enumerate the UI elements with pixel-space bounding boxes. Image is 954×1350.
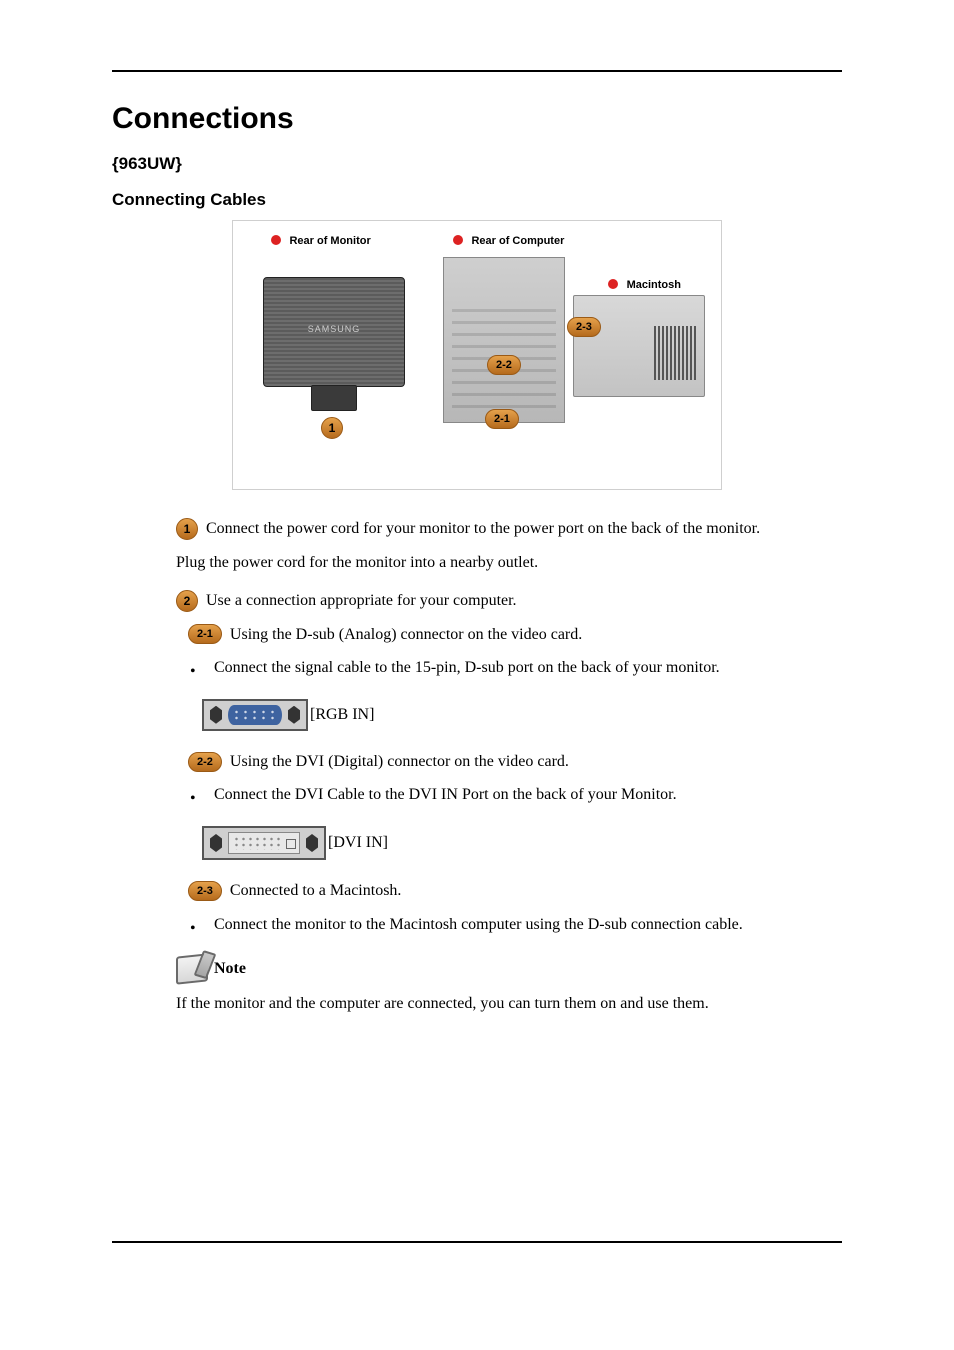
note-label: Note (214, 958, 246, 980)
page-title: Connections (112, 102, 842, 136)
step-2-1-bullet: • Connect the signal cable to the 15-pin… (190, 657, 842, 683)
step-2-2-bullet: • Connect the DVI Cable to the DVI IN Po… (190, 784, 842, 810)
monitor-stand-illustration (311, 385, 357, 411)
section-heading: Connecting Cables (112, 190, 842, 210)
mac-illustration (573, 295, 705, 397)
screw-icon (210, 706, 222, 724)
step-2: 2 Use a connection appropriate for your … (176, 590, 842, 612)
callout-2-3-icon: 2-3 (188, 881, 222, 901)
note-heading: Note (176, 955, 842, 983)
dvi-connector-icon (228, 832, 300, 854)
step-2-3-bullet: • Connect the monitor to the Macintosh c… (190, 914, 842, 940)
diagram-callout-2-2: 2-2 (487, 355, 521, 375)
page: Connections {963UW} Connecting Cables Re… (0, 0, 954, 1303)
mac-vents (654, 326, 698, 380)
diagram-label-monitor-text: Rear of Monitor (289, 235, 370, 247)
step-2-3-bullet-text: Connect the monitor to the Macintosh com… (214, 914, 743, 936)
note-text: If the monitor and the computer are conn… (176, 993, 842, 1015)
step-2-1: 2-1 Using the D-sub (Analog) connector o… (176, 624, 842, 646)
step-2-1-text: Using the D-sub (Analog) connector on th… (230, 624, 582, 646)
diagram-label-computer: Rear of Computer (453, 231, 564, 249)
step-1: 1 Connect the power cord for your monito… (176, 518, 842, 540)
bullet-icon: • (190, 661, 196, 683)
callout-2-1-icon: 2-1 (188, 624, 222, 644)
dvi-port-illustration (202, 826, 326, 860)
callout-2-2-icon: 2-2 (188, 752, 222, 772)
diagram-label-computer-text: Rear of Computer (471, 235, 564, 247)
rgb-port-label: [RGB IN] (310, 704, 374, 726)
pc-tower-illustration (443, 257, 565, 423)
note-icon (176, 953, 208, 984)
monitor-logo: SAMSUNG (264, 324, 404, 334)
screw-icon (306, 834, 318, 852)
diagram-label-mac: Macintosh (608, 275, 681, 293)
rgb-port-illustration (202, 699, 308, 731)
step-2-text: Use a connection appropriate for your co… (206, 590, 517, 612)
diagram-label-monitor: Rear of Monitor (271, 231, 371, 249)
callout-1-icon: 1 (176, 518, 198, 540)
diagram-callout-2-3: 2-3 (567, 317, 601, 337)
model-heading: {963UW} (112, 154, 842, 174)
step-2-2-bullet-text: Connect the DVI Cable to the DVI IN Port… (214, 784, 677, 806)
bullet-icon: • (190, 918, 196, 940)
screw-icon (288, 706, 300, 724)
callout-2-icon: 2 (176, 590, 198, 612)
diagram-callout-1: 1 (321, 417, 343, 439)
dvi-port-row: [DVI IN] (202, 826, 842, 860)
red-dot-icon (271, 235, 281, 245)
bullet-icon: • (190, 788, 196, 810)
step-2-1-bullet-text: Connect the signal cable to the 15-pin, … (214, 657, 720, 679)
rgb-port-row: [RGB IN] (202, 699, 842, 731)
vga-connector-icon (228, 705, 282, 725)
connection-diagram: Rear of Monitor Rear of Computer Macinto… (232, 220, 722, 490)
step-1-text: Connect the power cord for your monitor … (206, 518, 760, 540)
top-divider (112, 70, 842, 72)
red-dot-icon (453, 235, 463, 245)
diagram-label-mac-text: Macintosh (627, 279, 681, 291)
dvi-port-label: [DVI IN] (328, 832, 388, 854)
content-body: 1 Connect the power cord for your monito… (112, 518, 842, 1015)
step-2-3: 2-3 Connected to a Macintosh. (176, 880, 842, 902)
step-2-2-text: Using the DVI (Digital) connector on the… (230, 751, 569, 773)
step-2-2: 2-2 Using the DVI (Digital) connector on… (176, 751, 842, 773)
step-2-3-text: Connected to a Macintosh. (230, 880, 402, 902)
red-dot-icon (608, 279, 618, 289)
diagram-callout-2-1: 2-1 (485, 409, 519, 429)
bottom-divider (112, 1241, 842, 1243)
monitor-illustration: SAMSUNG (263, 277, 405, 387)
screw-icon (210, 834, 222, 852)
step-1-plug: Plug the power cord for the monitor into… (176, 552, 842, 574)
